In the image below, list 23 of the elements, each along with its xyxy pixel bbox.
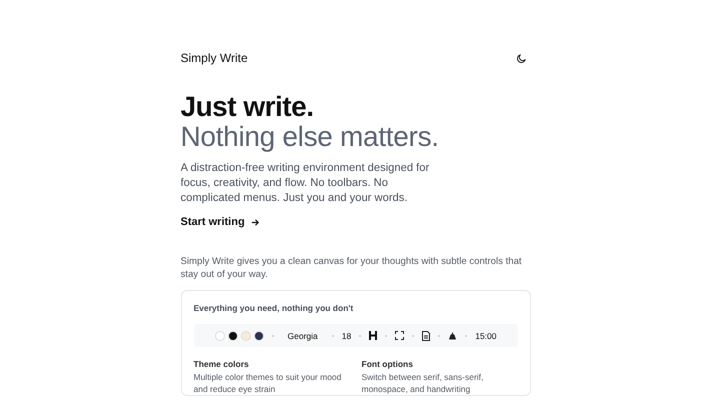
- fullscreen-icon[interactable]: [395, 331, 404, 340]
- timer-value[interactable]: 15:00: [475, 330, 496, 341]
- card-title: Everything you need, nothing you don't: [194, 303, 354, 314]
- feature-description: Switch between serif, sans-serif, monospace, and handwriting: [362, 372, 484, 396]
- color-swatch[interactable]: [214, 330, 224, 341]
- start-writing-link[interactable]: Start writing: [180, 216, 260, 228]
- color-swatch[interactable]: [254, 330, 264, 341]
- brand-name[interactable]: Simply Write: [180, 51, 248, 65]
- moon-icon[interactable]: [516, 52, 526, 64]
- feature-title: Font options: [362, 359, 414, 370]
- intro-text: Simply Write gives you a clean canvas for your thoughts with subtle controls that stay out of your way.: [180, 256, 523, 282]
- feature-title: Theme colors: [194, 359, 250, 370]
- font-name[interactable]: Georgia: [288, 330, 318, 341]
- font-size[interactable]: 18: [342, 330, 352, 341]
- arrow-right-icon: [250, 218, 260, 227]
- color-swatch[interactable]: [240, 330, 250, 341]
- hero-description: A distraction-free writing environment designed for focus, creativity, and flow. No toolbars. No complicated menus. Just you and your words.: [180, 161, 430, 206]
- document-icon[interactable]: [422, 330, 430, 341]
- color-swatch[interactable]: [228, 330, 238, 341]
- feature-description: Multiple color themes to suit your mood and reduce eye strain: [194, 372, 342, 396]
- hero-title: Just write.: [180, 92, 314, 122]
- heading-icon[interactable]: [369, 331, 378, 340]
- hero-subtitle: Nothing else matters.: [180, 122, 440, 152]
